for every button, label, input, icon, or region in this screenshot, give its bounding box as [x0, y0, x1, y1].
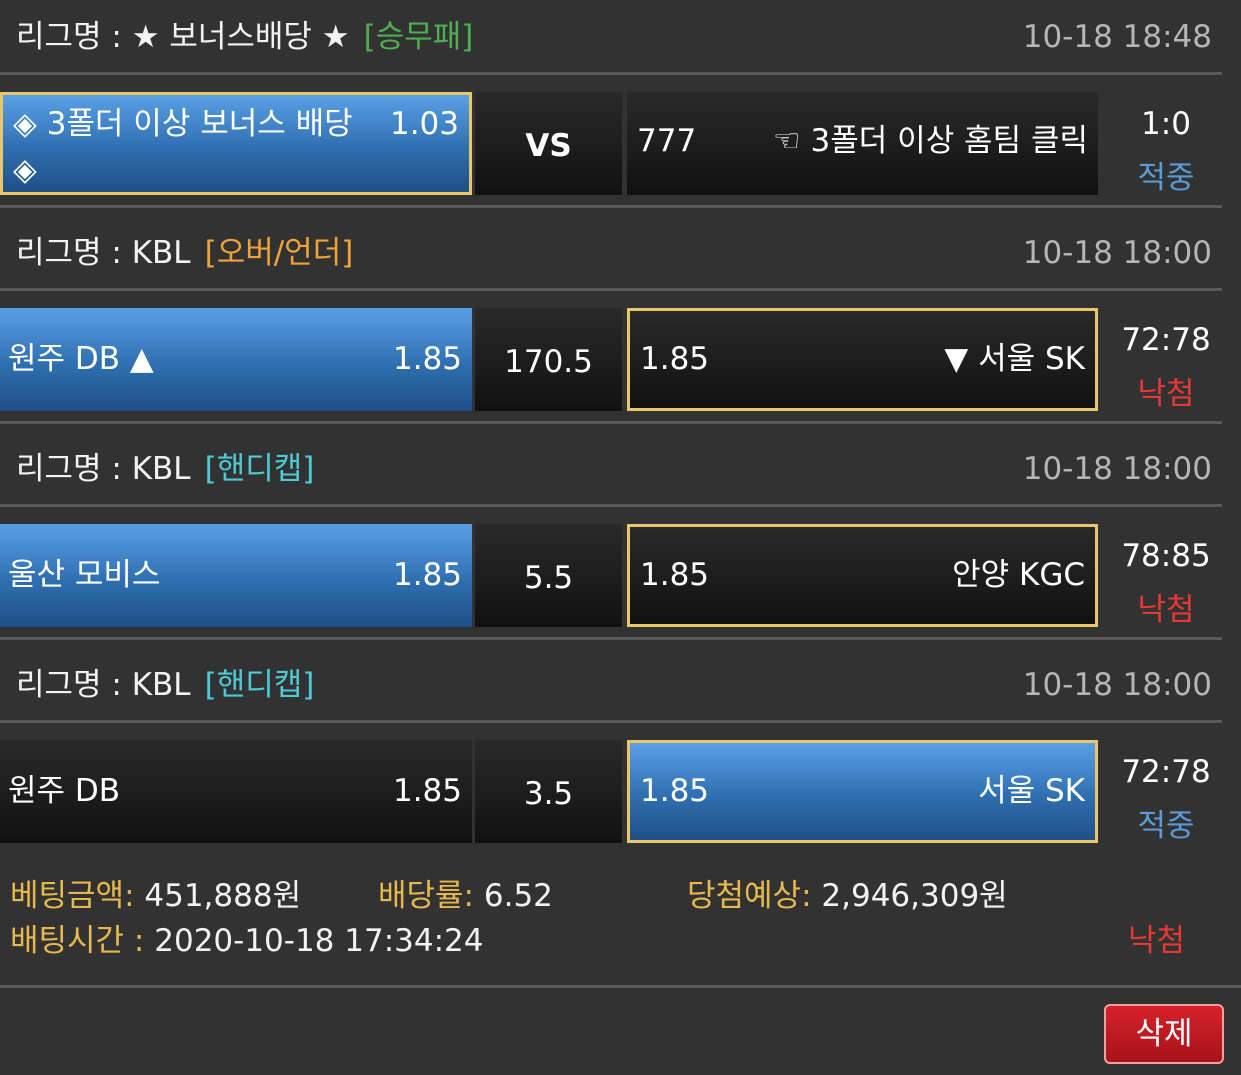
match-datetime: 10-18 18:00 — [1022, 451, 1212, 487]
bet-type: [오버/언더] — [204, 235, 354, 271]
league-name: 리그명 : KBL — [16, 235, 191, 271]
handicap-value: VS — [475, 92, 622, 195]
divider — [0, 421, 1222, 424]
league-header: 리그명 : ★ 보너스배당 ★ [승무패] 10-18 18:48 — [0, 0, 1222, 75]
league-name: 리그명 : ★ 보너스배당 ★ — [16, 19, 350, 55]
odds-value: 6.52 — [483, 878, 553, 914]
handicap-value: 3.5 — [475, 740, 622, 843]
match-datetime: 10-18 18:00 — [1022, 235, 1212, 271]
result-status: 낙첨 — [1137, 376, 1195, 412]
total-odds: 배당률: 6.52 — [378, 870, 553, 915]
home-team: 원주 DB — [8, 773, 121, 809]
result-box: 78:85 낙첨 — [1110, 524, 1222, 628]
bet-type: [승무패] — [363, 19, 474, 55]
result-status: 적중 — [1137, 808, 1195, 844]
league-header: 리그명 : KBL [핸디캡] 10-18 18:00 — [0, 432, 1222, 507]
bet-time: 배팅시간 : 2020-10-18 17:34:24 — [10, 915, 484, 960]
away-team: 서울 SK — [978, 773, 1085, 809]
league-name: 리그명 : KBL — [16, 451, 191, 487]
bet-amount: 베팅금액: 451,888원 — [10, 870, 301, 915]
away-pick-cell[interactable]: 777 ☜ 3폴더 이상 홈팀 클릭 — [627, 92, 1098, 195]
expected-value: 2,946,309원 — [821, 878, 1008, 914]
league-header: 리그명 : KBL [핸디캡] 10-18 18:00 — [0, 648, 1222, 723]
away-odds: 1.85 — [640, 773, 710, 809]
home-pick-cell[interactable]: ◈ 3폴더 이상 보너스 배당 ◈ 1.03 — [0, 92, 472, 195]
home-odds: 1.85 — [392, 557, 462, 593]
bet-row: 울산 모비스 1.85 5.5 1.85 안양 KGC 78:85 낙첨 — [0, 524, 1222, 628]
divider — [0, 205, 1222, 208]
home-odds: 1.85 — [392, 773, 462, 809]
away-pick-cell[interactable]: 1.85 안양 KGC — [627, 524, 1098, 627]
away-team: ▼ 서울 SK — [944, 341, 1085, 377]
away-odds: 777 — [637, 123, 697, 159]
result-box: 1:0 적중 — [1110, 92, 1222, 196]
final-score: 78:85 — [1121, 538, 1211, 574]
divider — [0, 637, 1222, 640]
bet-type: [핸디캡] — [204, 451, 315, 487]
away-pick-cell[interactable]: 1.85 ▼ 서울 SK — [627, 308, 1098, 411]
result-box: 72:78 적중 — [1110, 740, 1222, 844]
result-status: 적중 — [1137, 160, 1195, 196]
away-odds: 1.85 — [640, 341, 710, 377]
odds-label: 배당률: — [378, 878, 475, 914]
home-team: 울산 모비스 — [8, 557, 161, 593]
final-score: 1:0 — [1141, 106, 1191, 142]
home-odds: 1.85 — [392, 341, 462, 377]
away-team: ☜ 3폴더 이상 홈팀 클릭 — [772, 123, 1088, 159]
final-result: 낙첨 — [1128, 923, 1186, 959]
delete-button[interactable]: 삭제 — [1104, 1004, 1224, 1064]
expected-payout: 당첨예상: 2,946,309원 — [687, 870, 1008, 915]
final-score: 72:78 — [1121, 322, 1211, 358]
match-datetime: 10-18 18:00 — [1022, 667, 1212, 703]
final-score: 72:78 — [1121, 754, 1211, 790]
expected-label: 당첨예상: — [687, 878, 812, 914]
match-datetime: 10-18 18:48 — [1022, 19, 1212, 55]
bet-row: ◈ 3폴더 이상 보너스 배당 ◈ 1.03 VS 777 ☜ 3폴더 이상 홈… — [0, 92, 1222, 196]
home-team: 원주 DB ▲ — [8, 341, 154, 377]
handicap-value: 5.5 — [475, 524, 622, 627]
bet-type: [핸디캡] — [204, 667, 315, 703]
home-odds: 1.03 — [389, 106, 459, 142]
bet-row: 원주 DB 1.85 3.5 1.85 서울 SK 72:78 적중 — [0, 740, 1222, 844]
home-team: ◈ 3폴더 이상 보너스 배당 ◈ — [13, 106, 353, 188]
home-pick-cell[interactable]: 원주 DB ▲ 1.85 — [0, 308, 472, 411]
bet-amount-label: 베팅금액: — [10, 878, 135, 914]
home-pick-cell[interactable]: 울산 모비스 1.85 — [0, 524, 472, 627]
away-pick-cell[interactable]: 1.85 서울 SK — [627, 740, 1098, 843]
result-box: 72:78 낙첨 — [1110, 308, 1222, 412]
bet-time-label: 배팅시간 : — [10, 923, 145, 959]
away-odds: 1.85 — [640, 557, 710, 593]
away-team: 안양 KGC — [952, 557, 1085, 593]
result-status: 낙첨 — [1137, 592, 1195, 628]
bet-row: 원주 DB ▲ 1.85 170.5 1.85 ▼ 서울 SK 72:78 낙첨 — [0, 308, 1222, 412]
home-pick-cell[interactable]: 원주 DB 1.85 — [0, 740, 472, 843]
bet-time-value: 2020-10-18 17:34:24 — [154, 923, 484, 959]
handicap-value: 170.5 — [475, 308, 622, 411]
bet-amount-value: 451,888원 — [144, 878, 302, 914]
league-name: 리그명 : KBL — [16, 667, 191, 703]
league-header: 리그명 : KBL [오버/언더] 10-18 18:00 — [0, 216, 1222, 291]
divider — [0, 985, 1241, 988]
